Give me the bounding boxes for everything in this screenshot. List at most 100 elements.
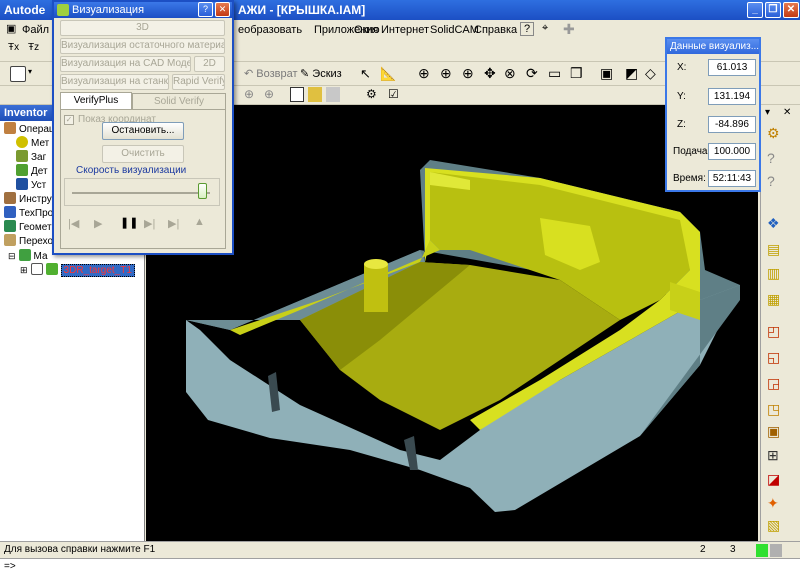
status-field-1: 2 xyxy=(700,544,706,555)
pan-icon[interactable]: ✥ xyxy=(484,65,496,82)
checkbox-icon[interactable] xyxy=(30,263,43,275)
menu-solidcam[interactable]: SolidCAM xyxy=(430,24,479,36)
command-line[interactable]: => xyxy=(0,558,800,575)
tool-gear-icon[interactable]: ⚙ xyxy=(366,87,377,101)
tree-item-geometry[interactable]: Геометр xyxy=(4,220,57,233)
view-cube-icon[interactable]: ❒ xyxy=(570,65,583,82)
btn-cad-model[interactable]: Визуализация на CAD Модели xyxy=(60,56,191,72)
whats-this-icon[interactable]: ⌖ xyxy=(542,22,548,35)
zoom-in-small-icon[interactable]: ⊕ xyxy=(244,87,254,101)
eject-icon[interactable]: ▲ xyxy=(194,216,205,228)
palette-tool-16-icon[interactable]: ▧ xyxy=(767,517,780,534)
tree-item-transitions[interactable]: Перехо xyxy=(4,234,53,247)
tab-verifyplus[interactable]: VerifyPlus xyxy=(60,92,132,109)
pause-icon[interactable]: ❚❚ xyxy=(120,216,138,229)
measure-icon[interactable]: 📐 xyxy=(380,66,396,82)
minimize-button[interactable]: _ xyxy=(747,2,763,18)
tool-marker-icon[interactable] xyxy=(308,87,322,102)
expand-icon[interactable]: ⊞ xyxy=(20,265,28,275)
btn-residual-material[interactable]: Визуализация остаточного материала xyxy=(60,38,225,54)
palette-dropdown-icon[interactable]: ▾ xyxy=(765,107,770,118)
shadow-icon[interactable]: ◩ xyxy=(625,65,638,82)
dialog-help-button[interactable]: ? xyxy=(198,2,213,17)
menu-transform[interactable]: еобразовать xyxy=(238,24,302,36)
rewind-icon[interactable]: |◀ xyxy=(68,217,79,230)
tool-pencil-icon[interactable] xyxy=(326,87,340,102)
step-icon[interactable]: ▶| xyxy=(144,217,155,230)
z-value: -84.896 xyxy=(708,116,756,133)
palette-tool-1-icon[interactable]: ⚙ xyxy=(767,125,780,142)
palette-tool-2-icon[interactable]: ? xyxy=(767,150,775,166)
new-icon[interactable] xyxy=(10,66,26,82)
camera-icon[interactable]: ◇ xyxy=(645,65,656,82)
speed-slider-track[interactable] xyxy=(72,192,210,194)
tab-solid-verify[interactable]: Solid Verify xyxy=(132,93,226,110)
zoom-icon[interactable]: ⊕ xyxy=(462,65,474,82)
menu-help[interactable]: Справка xyxy=(474,24,517,36)
geometry-icon xyxy=(4,220,16,232)
zoom-out-small-icon[interactable]: ⊕ xyxy=(264,87,274,101)
return-button[interactable]: ↶ Возврат xyxy=(244,67,298,80)
palette-tool-5-icon[interactable]: ▤ xyxy=(767,241,780,258)
tree-item-ma[interactable]: ⊟ Ма xyxy=(8,249,48,262)
palette-tool-8-icon[interactable]: ◰ xyxy=(767,323,780,340)
speed-slider-thumb[interactable] xyxy=(198,183,207,199)
add-icon[interactable]: ✚ xyxy=(563,21,575,38)
palette-tool-14-icon[interactable]: ◪ xyxy=(767,471,780,488)
palette-tool-12-icon[interactable]: ▣ xyxy=(767,423,780,440)
btn-clear[interactable]: Очистить xyxy=(102,145,184,163)
sketch-button[interactable]: ✎ Эскиз xyxy=(300,67,342,80)
menu-window[interactable]: Окно xyxy=(354,24,380,36)
palette-close-icon[interactable]: ✕ xyxy=(783,107,791,118)
help-icon[interactable]: ? xyxy=(520,22,534,36)
data-window-title-bar[interactable]: Данные визуализ... xyxy=(667,39,759,54)
axis-z-icon[interactable]: Ŧz xyxy=(28,42,39,53)
play-icon[interactable]: ▶ xyxy=(94,217,102,230)
tree-item-det[interactable]: Дет xyxy=(16,164,48,177)
palette-tool-10-icon[interactable]: ◲ xyxy=(767,375,780,392)
show-coords-checkbox[interactable]: ✓ xyxy=(64,115,74,125)
display-mode-icon[interactable]: ▣ xyxy=(600,65,613,82)
btn-rapid-verify[interactable]: Rapid Verify xyxy=(172,74,225,90)
menu-internet[interactable]: Интернет xyxy=(381,24,429,36)
tool-select-icon[interactable] xyxy=(290,87,304,102)
palette-tool-9-icon[interactable]: ◱ xyxy=(767,349,780,366)
transitions-icon xyxy=(4,234,16,246)
restore-button[interactable]: ❐ xyxy=(765,2,781,18)
tree-item-zag[interactable]: Заг xyxy=(16,150,46,163)
tree-item-techproc[interactable]: ТехПроц xyxy=(4,206,59,219)
zoom-window-icon[interactable]: ⊕ xyxy=(440,65,452,82)
palette-tool-15-icon[interactable]: ✦ xyxy=(767,495,779,512)
tree-item-target[interactable]: ⊞ 3DR_target_T1 xyxy=(20,263,135,277)
collapse-icon[interactable]: ⊟ xyxy=(8,251,16,261)
palette-tool-3-icon[interactable]: ? xyxy=(767,173,775,189)
palette-tool-11-icon[interactable]: ◳ xyxy=(767,401,780,418)
tree-item-ust[interactable]: Уст xyxy=(16,178,46,191)
time-label: Время: xyxy=(673,173,706,184)
palette-tool-4-icon[interactable]: ❖ xyxy=(767,215,780,232)
menu-file[interactable]: Файл xyxy=(22,24,49,36)
tree-item-tools[interactable]: Инструм xyxy=(4,192,59,205)
axis-x-icon[interactable]: Ŧx xyxy=(8,42,19,53)
btn-on-machine[interactable]: Визуализация на станке xyxy=(60,74,169,90)
btn-3d[interactable]: 3D xyxy=(60,20,225,36)
app-menu-icon[interactable]: ▣ xyxy=(6,22,16,35)
tool-check-icon[interactable]: ☑ xyxy=(388,87,399,101)
tree-item-met[interactable]: Мет xyxy=(16,136,49,149)
zoom-selected-icon[interactable]: ⊗ xyxy=(504,65,516,82)
palette-tool-6-icon[interactable]: ▥ xyxy=(767,265,780,282)
palette-tool-13-icon[interactable]: ⊞ xyxy=(767,447,779,464)
btn-2d[interactable]: 2D xyxy=(194,56,225,72)
look-at-icon[interactable]: ▭ xyxy=(548,65,561,82)
forward-end-icon[interactable]: ▶| xyxy=(168,217,179,230)
data-window-title: Данные визуализ... xyxy=(670,41,759,52)
tree-item-label: Ма xyxy=(33,251,48,262)
btn-stop[interactable]: Остановить... xyxy=(102,122,184,140)
new-dropdown-icon[interactable]: ▾ xyxy=(28,67,32,76)
zoom-all-icon[interactable]: ⊕ xyxy=(418,65,430,82)
close-button[interactable]: ✕ xyxy=(783,2,799,18)
palette-tool-7-icon[interactable]: ▦ xyxy=(767,291,780,308)
orbit-icon[interactable]: ⟳ xyxy=(526,65,538,82)
dialog-close-button[interactable]: ✕ xyxy=(215,2,230,17)
select-icon[interactable]: ↖ xyxy=(360,66,371,82)
